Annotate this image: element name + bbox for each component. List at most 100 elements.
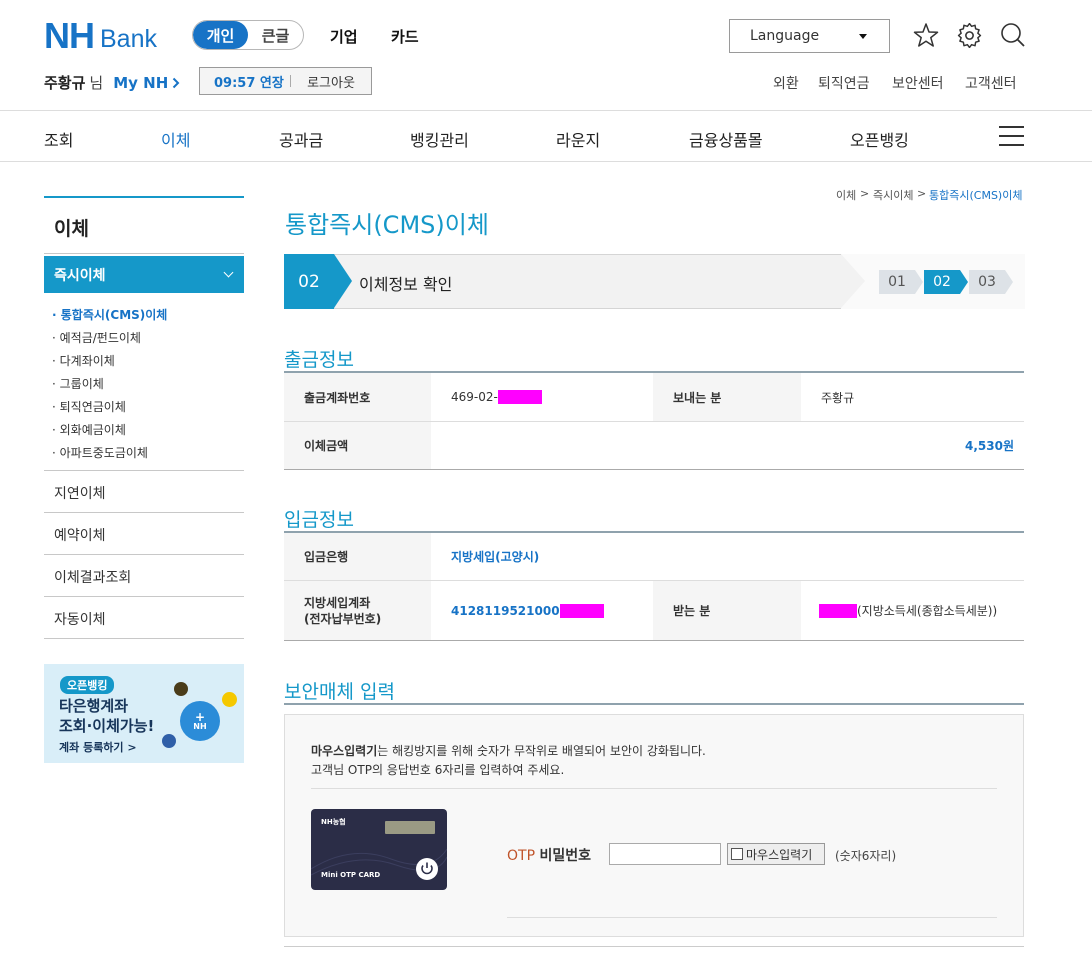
deposit-section-title: 입금정보 <box>284 509 354 531</box>
gnb-inquiry[interactable]: 조회 <box>44 127 73 151</box>
gnb-banking-mgmt[interactable]: 뱅킹관리 <box>410 127 469 151</box>
menu-hamburger-icon[interactable] <box>999 126 1024 146</box>
otp-label-b: 비밀번호 <box>539 848 591 864</box>
sidebar-divider <box>44 596 244 597</box>
breadcrumb-sep-2: > <box>917 187 927 200</box>
util-link-support[interactable]: 고객센터 <box>965 73 1017 93</box>
sidebar-item-scheduled[interactable]: 예약이체 <box>54 525 106 545</box>
breadcrumb-1[interactable]: 이체 <box>836 187 856 203</box>
table-row: 이체금액 4,530원 <box>284 422 1024 469</box>
step-pill-3: 03 <box>969 270 1013 294</box>
search-icon[interactable] <box>1000 22 1026 48</box>
breadcrumb-2[interactable]: 즉시이체 <box>873 187 913 203</box>
bottom-divider <box>284 946 1024 947</box>
util-link-forex[interactable]: 외환 <box>773 73 799 93</box>
sidebar-sub-apartment[interactable]: · 아파트중도금이체 <box>52 444 148 461</box>
step-pill-label: 01 <box>888 274 906 290</box>
otp-password-input[interactable] <box>609 843 721 865</box>
mouse-input-checkbox[interactable] <box>731 848 743 860</box>
util-link-pension[interactable]: 퇴직연금 <box>818 73 870 93</box>
mouse-input-toggle[interactable]: 마우스입력기 <box>727 843 825 865</box>
step-pill-label: 03 <box>978 274 996 290</box>
card-link[interactable]: 카드 <box>391 26 419 47</box>
card-label: Mini OTP CARD <box>321 871 381 879</box>
card-brand: NH농협 <box>321 818 346 826</box>
gnb-transfer[interactable]: 이체 <box>161 127 190 151</box>
withdrawal-section-title: 출금정보 <box>284 349 354 371</box>
sidebar-item-instant-transfer[interactable]: 즉시이체 <box>44 256 244 293</box>
gnb-divider <box>0 161 1092 162</box>
security-panel: 마우스입력기는 해킹방지를 위해 숫자가 무작위로 배열되어 보안이 강화됩니다… <box>284 714 1024 937</box>
sidebar-item-delayed[interactable]: 지연이체 <box>54 483 106 503</box>
masked-redaction <box>559 603 604 618</box>
coin-icon <box>162 734 176 748</box>
sidebar-divider <box>44 512 244 513</box>
session-timer: 09:57 연장 로그아웃 <box>199 67 372 95</box>
sender-value: 주황규 <box>821 390 855 405</box>
security-top-border <box>284 703 1024 705</box>
personal-tab[interactable]: 개인 <box>193 21 248 49</box>
star-icon[interactable] <box>913 22 939 48</box>
largefont-tab[interactable]: 큰글 <box>248 21 303 49</box>
step-pill-2: 02 <box>924 270 968 294</box>
fab-label: NH <box>193 721 207 731</box>
step-pill-1: 01 <box>879 270 923 294</box>
page-title: 통합즉시(CMS)이체 <box>285 211 489 239</box>
breadcrumb-current: 통합즉시(CMS)이체 <box>929 189 1023 202</box>
gnb-open-banking[interactable]: 오픈뱅킹 <box>850 127 909 151</box>
sidebar-divider <box>44 253 244 254</box>
gear-icon[interactable] <box>957 23 982 48</box>
otp-password-label: OTP 비밀번호 <box>507 845 591 865</box>
promo-badge: 오픈뱅킹 <box>60 676 115 694</box>
sidebar-item-auto[interactable]: 자동이체 <box>54 609 106 629</box>
nh-bank-logo[interactable]: NH Bank <box>44 18 157 54</box>
sidebar-sub-multi-account[interactable]: · 다계좌이체 <box>52 352 115 369</box>
language-label: Language <box>750 28 820 44</box>
personal-largefont-toggle[interactable]: 개인 큰글 <box>192 20 304 50</box>
deposit-account-value: 4128119521000 <box>451 603 560 618</box>
withdraw-account-label: 출금계좌번호 <box>284 373 431 421</box>
deposit-table: 입금은행 지방세입(고양시) 지방세입계좌 (전자납부번호) 412811952… <box>284 531 1024 641</box>
gnb-products[interactable]: 금융상품몰 <box>689 127 763 151</box>
user-greeting: 주황규 님 My NH <box>44 72 180 93</box>
sidebar-sub-group[interactable]: · 그룹이체 <box>52 375 104 392</box>
sidebar-divider <box>44 638 244 639</box>
gnb-utility[interactable]: 공과금 <box>279 127 323 151</box>
dropdown-caret-icon <box>859 34 867 39</box>
masked-redaction <box>497 390 542 404</box>
table-row: 입금은행 지방세입(고양시) <box>284 533 1024 581</box>
sidebar-sub-cms-transfer[interactable]: · 통합즉시(CMS)이체 <box>52 306 167 323</box>
receiver-label: 받는 분 <box>653 581 801 640</box>
language-select[interactable]: Language <box>729 19 890 53</box>
deposit-bank-label: 입금은행 <box>284 533 431 580</box>
logout-button[interactable]: 로그아웃 <box>291 72 371 91</box>
step-progress-arrow <box>841 254 865 308</box>
util-link-security[interactable]: 보안센터 <box>892 73 944 93</box>
withdraw-account-value: 469-02- <box>451 390 498 404</box>
extend-session-button[interactable]: 09:57 연장 <box>200 72 290 91</box>
mouse-input-label: 마우스입력기 <box>746 847 813 862</box>
promo-register-link[interactable]: 계좌 등록하기 > <box>59 739 137 755</box>
step-pill-label: 02 <box>933 274 951 290</box>
security-desc-2: 고객님 OTP의 응답번호 6자리를 입력하여 주세요. <box>311 763 565 777</box>
deposit-bank-value: 지방세입(고양시) <box>451 550 540 564</box>
security-section-title: 보안매체 입력 <box>284 681 395 703</box>
receiver-value: (지방소득세(종합소득세분)) <box>857 604 998 618</box>
corporate-link[interactable]: 기업 <box>330 26 358 47</box>
open-banking-promo[interactable]: 오픈뱅킹 타은행계좌 조회·이체가능! 계좌 등록하기 > + NH <box>44 664 244 763</box>
security-divider <box>311 788 997 789</box>
sidebar-sub-forex[interactable]: · 외화예금이체 <box>52 421 126 438</box>
receiver-cell: (지방소득세(종합소득세분)) <box>801 581 1024 640</box>
sidebar-sub-deposit-fund[interactable]: · 예적금/펀드이체 <box>52 329 141 346</box>
my-nh-link[interactable]: My NH <box>113 74 168 92</box>
gnb-lounge[interactable]: 라운지 <box>556 127 600 151</box>
step-indicator: 02 이체정보 확인 01 02 03 <box>284 254 1025 309</box>
sidebar-sub-pension[interactable]: · 퇴직연금이체 <box>52 398 126 415</box>
sidebar-item-results[interactable]: 이체결과조회 <box>54 567 131 587</box>
user-suffix: 님 <box>89 74 104 92</box>
power-button-icon <box>416 858 438 880</box>
breadcrumb-sep-1: > <box>860 187 870 200</box>
promo-line-2: 조회·이체가능! <box>59 717 155 735</box>
user-name: 주황규 <box>44 74 86 92</box>
nh-plus-icon: + NH <box>180 701 220 741</box>
